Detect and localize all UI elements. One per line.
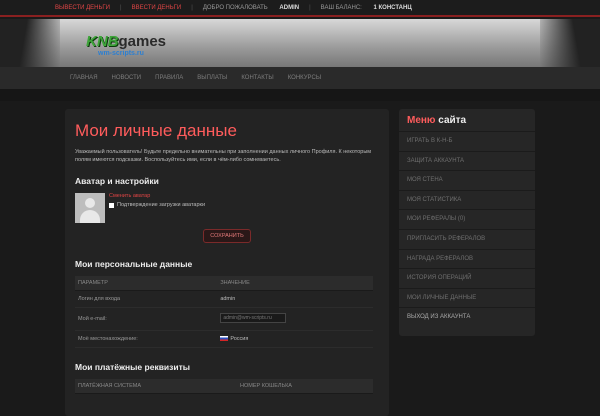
- header-shade-right: [540, 19, 600, 67]
- divider: |: [309, 4, 311, 11]
- column-header: ПЛАТЁЖНАЯ СИСТЕМА: [75, 379, 238, 394]
- confirm-upload-option[interactable]: Подтверждение загрузки аватарки: [109, 202, 205, 208]
- location-value: Россия: [230, 336, 249, 342]
- avatar-settings: Сменить аватар Подтверждение загрузки ав…: [75, 193, 379, 223]
- logo-games: games: [118, 33, 167, 50]
- payment-table: ПЛАТЁЖНАЯ СИСТЕМА НОМЕР КОШЕЛЬКА: [75, 379, 373, 394]
- save-button[interactable]: СОХРАНИТЬ: [203, 229, 251, 243]
- avatar-heading: Аватар и настройки: [75, 176, 159, 186]
- table-row: Логин для входа admin: [75, 290, 373, 308]
- nav-item-rules[interactable]: ПРАВИЛА: [155, 75, 183, 81]
- sidebar-item-referrals[interactable]: МОИ РЕФЕРАЛЫ (0): [399, 209, 535, 229]
- table-row: Моё местонахождение: Россия: [75, 330, 373, 348]
- avatar-head-shape: [85, 198, 95, 208]
- site-logo[interactable]: KNBgames wm-scripts.ru: [86, 33, 167, 57]
- personal-data-table: ПАРАМЕТР ЗНАЧЕНИЕ Логин для входа admin …: [75, 276, 373, 348]
- balance-label: ВАШ БАЛАНС:: [320, 4, 362, 11]
- withdraw-link[interactable]: ВЫВЕСТИ ДЕНЬГИ: [55, 5, 110, 11]
- sidebar-item-invite-referrals[interactable]: ПРИГЛАСИТЬ РЕФЕРАЛОВ: [399, 228, 535, 249]
- sidebar-item-operation-history[interactable]: ИСТОРИЯ ОПЕРАЦИЙ: [399, 268, 535, 288]
- logo-subtitle: wm-scripts.ru: [98, 50, 144, 57]
- email-cell: admin@wm-scripts.ru: [217, 307, 373, 331]
- sidebar-title: Меню сайта: [399, 109, 535, 131]
- nav-item-contacts[interactable]: КОНТАКТЫ: [241, 75, 273, 81]
- deposit-link[interactable]: ВВЕСТИ ДЕНЬГИ: [132, 5, 182, 11]
- location-cell: Россия: [217, 330, 373, 348]
- column-header: ЗНАЧЕНИЕ: [217, 276, 373, 291]
- sidebar-item-statistics[interactable]: МОЯ СТАТИСТИКА: [399, 189, 535, 210]
- value-login: admin: [217, 290, 373, 308]
- personal-heading: Мои персональные данные: [75, 259, 193, 269]
- nav-item-contests[interactable]: КОНКУРСЫ: [288, 75, 321, 81]
- table-header-row: ПАРАМЕТР ЗНАЧЕНИЕ: [75, 276, 373, 291]
- sidebar-item-referral-reward[interactable]: НАГРАДА РЕФЕРАЛОВ: [399, 248, 535, 269]
- intro-text: Уважаемый пользователь! Будьте предельно…: [75, 149, 372, 163]
- welcome-label: ДОБРО ПОЖАЛОВАТЬ: [202, 4, 268, 11]
- param-email: Мой e-mail:: [75, 307, 218, 331]
- sidebar-title-white: сайта: [438, 115, 467, 126]
- main-nav: ГЛАВНАЯ НОВОСТИ ПРАВИЛА ВЫПЛАТЫ КОНТАКТЫ…: [0, 67, 600, 89]
- sidebar-item-account-security[interactable]: ЗАЩИТА АККАУНТА: [399, 150, 535, 171]
- avatar-body-shape: [80, 210, 100, 223]
- table-row: Мой e-mail: admin@wm-scripts.ru: [75, 307, 373, 331]
- top-bar: ВЫВЕСТИ ДЕНЬГИ | ВВЕСТИ ДЕНЬГИ | ДОБРО П…: [0, 0, 600, 17]
- column-header: ПАРАМЕТР: [75, 276, 218, 291]
- confirm-upload-label: Подтверждение загрузки аватарки: [117, 202, 206, 208]
- header-shade-left: [0, 19, 60, 67]
- sidebar-item-wall[interactable]: МОЯ СТЕНА: [399, 170, 535, 190]
- balance-value: 1 КОНСТАНЦ: [373, 4, 412, 11]
- site-header: KNBgames wm-scripts.ru: [0, 19, 600, 67]
- avatar-actions: Сменить аватар Подтверждение загрузки ав…: [109, 193, 205, 223]
- param-location: Моё местонахождение:: [75, 330, 218, 348]
- page-title: Мои личные данные: [75, 121, 237, 140]
- welcome-text: ДОБРО ПОЖАЛОВАТЬ ADMIN: [203, 5, 299, 11]
- param-login: Логин для входа: [75, 290, 218, 308]
- nav-band: [0, 89, 600, 101]
- logo-knb: KNB: [86, 33, 119, 50]
- main-content: Мои личные данные Уважаемый пользователь…: [65, 109, 389, 416]
- table-header-row: ПЛАТЁЖНАЯ СИСТЕМА НОМЕР КОШЕЛЬКА: [75, 379, 373, 394]
- divider: |: [191, 4, 193, 11]
- confirm-upload-checkbox[interactable]: [109, 202, 114, 208]
- sidebar-title-red: Меню: [407, 115, 436, 126]
- payment-heading: Мои платёжные реквизиты: [75, 362, 191, 372]
- divider: |: [120, 4, 122, 11]
- username[interactable]: ADMIN: [279, 5, 299, 11]
- nav-item-news[interactable]: НОВОСТИ: [112, 75, 142, 81]
- email-field[interactable]: admin@wm-scripts.ru: [220, 313, 287, 323]
- change-avatar-link[interactable]: Сменить аватар: [109, 193, 205, 199]
- sidebar-menu: Меню сайта ИГРАТЬ В К-Н-Б ЗАЩИТА АККАУНТ…: [399, 109, 535, 336]
- nav-item-payouts[interactable]: ВЫПЛАТЫ: [197, 75, 227, 81]
- column-header: НОМЕР КОШЕЛЬКА: [237, 379, 373, 394]
- nav-item-home[interactable]: ГЛАВНАЯ: [70, 75, 98, 81]
- sidebar-item-personal-data[interactable]: МОИ ЛИЧНЫЕ ДАННЫЕ: [399, 287, 535, 308]
- avatar: [75, 193, 105, 223]
- balance-text: ВАШ БАЛАНС: 1 КОНСТАНЦ: [321, 5, 412, 11]
- sidebar-item-logout[interactable]: ВЫХОД ИЗ АККАУНТА: [399, 307, 535, 327]
- sidebar-item-play[interactable]: ИГРАТЬ В К-Н-Б: [399, 131, 535, 151]
- russia-flag-icon: [220, 336, 229, 342]
